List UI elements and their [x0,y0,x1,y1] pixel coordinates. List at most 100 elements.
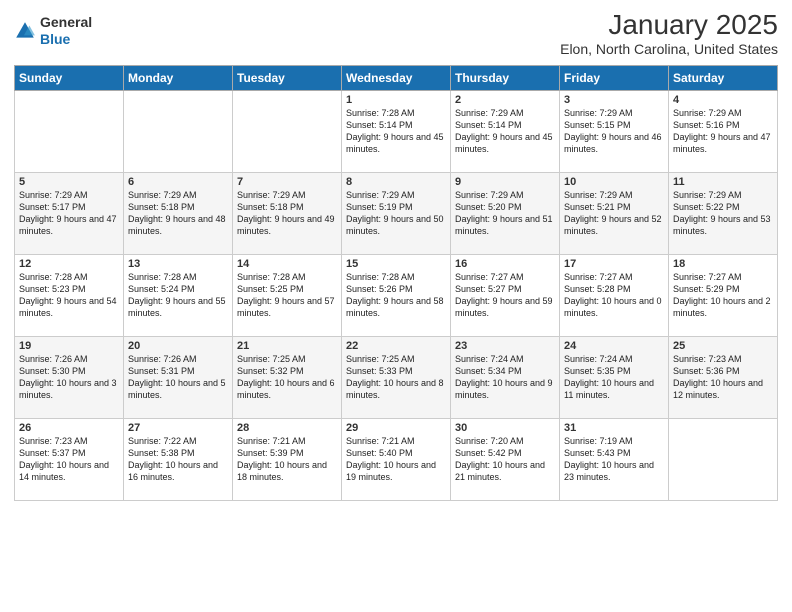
day-info: Sunrise: 7:29 AM Sunset: 5:22 PM Dayligh… [673,189,773,238]
day-number: 18 [673,258,773,270]
calendar-table: SundayMondayTuesdayWednesdayThursdayFrid… [14,65,778,501]
calendar-cell: 9Sunrise: 7:29 AM Sunset: 5:20 PM Daylig… [451,172,560,254]
calendar-cell: 4Sunrise: 7:29 AM Sunset: 5:16 PM Daylig… [669,90,778,172]
calendar-cell: 3Sunrise: 7:29 AM Sunset: 5:15 PM Daylig… [560,90,669,172]
calendar-cell: 16Sunrise: 7:27 AM Sunset: 5:27 PM Dayli… [451,254,560,336]
calendar-cell: 23Sunrise: 7:24 AM Sunset: 5:34 PM Dayli… [451,336,560,418]
logo-text-blue: Blue [40,31,92,48]
calendar-cell: 31Sunrise: 7:19 AM Sunset: 5:43 PM Dayli… [560,418,669,500]
day-info: Sunrise: 7:29 AM Sunset: 5:17 PM Dayligh… [19,189,119,238]
day-number: 5 [19,176,119,188]
calendar-cell: 14Sunrise: 7:28 AM Sunset: 5:25 PM Dayli… [233,254,342,336]
day-info: Sunrise: 7:28 AM Sunset: 5:14 PM Dayligh… [346,107,446,156]
calendar-cell: 19Sunrise: 7:26 AM Sunset: 5:30 PM Dayli… [15,336,124,418]
day-number: 23 [455,340,555,352]
day-number: 15 [346,258,446,270]
calendar-week-row: 5Sunrise: 7:29 AM Sunset: 5:17 PM Daylig… [15,172,778,254]
calendar-cell: 17Sunrise: 7:27 AM Sunset: 5:28 PM Dayli… [560,254,669,336]
day-number: 25 [673,340,773,352]
day-number: 24 [564,340,664,352]
calendar-week-row: 26Sunrise: 7:23 AM Sunset: 5:37 PM Dayli… [15,418,778,500]
day-info: Sunrise: 7:26 AM Sunset: 5:30 PM Dayligh… [19,353,119,402]
calendar-cell: 6Sunrise: 7:29 AM Sunset: 5:18 PM Daylig… [124,172,233,254]
day-number: 20 [128,340,228,352]
title-block: January 2025 Elon, North Carolina, Unite… [560,10,778,57]
calendar-cell: 13Sunrise: 7:28 AM Sunset: 5:24 PM Dayli… [124,254,233,336]
day-info: Sunrise: 7:23 AM Sunset: 5:36 PM Dayligh… [673,353,773,402]
day-number: 16 [455,258,555,270]
calendar-cell: 22Sunrise: 7:25 AM Sunset: 5:33 PM Dayli… [342,336,451,418]
calendar-cell [233,90,342,172]
logo-icon [14,20,36,42]
day-number: 8 [346,176,446,188]
calendar-cell: 15Sunrise: 7:28 AM Sunset: 5:26 PM Dayli… [342,254,451,336]
calendar-cell: 21Sunrise: 7:25 AM Sunset: 5:32 PM Dayli… [233,336,342,418]
page: General Blue January 2025 Elon, North Ca… [0,0,792,612]
day-info: Sunrise: 7:27 AM Sunset: 5:29 PM Dayligh… [673,271,773,320]
calendar-cell: 10Sunrise: 7:29 AM Sunset: 5:21 PM Dayli… [560,172,669,254]
day-info: Sunrise: 7:29 AM Sunset: 5:18 PM Dayligh… [237,189,337,238]
day-info: Sunrise: 7:19 AM Sunset: 5:43 PM Dayligh… [564,435,664,484]
day-number: 14 [237,258,337,270]
calendar-week-row: 12Sunrise: 7:28 AM Sunset: 5:23 PM Dayli… [15,254,778,336]
calendar-cell: 28Sunrise: 7:21 AM Sunset: 5:39 PM Dayli… [233,418,342,500]
calendar-cell: 27Sunrise: 7:22 AM Sunset: 5:38 PM Dayli… [124,418,233,500]
day-number: 1 [346,94,446,106]
day-info: Sunrise: 7:28 AM Sunset: 5:24 PM Dayligh… [128,271,228,320]
calendar-day-header: Saturday [669,65,778,90]
calendar-cell: 20Sunrise: 7:26 AM Sunset: 5:31 PM Dayli… [124,336,233,418]
calendar-cell: 11Sunrise: 7:29 AM Sunset: 5:22 PM Dayli… [669,172,778,254]
day-info: Sunrise: 7:21 AM Sunset: 5:39 PM Dayligh… [237,435,337,484]
day-info: Sunrise: 7:29 AM Sunset: 5:21 PM Dayligh… [564,189,664,238]
calendar-header-row: SundayMondayTuesdayWednesdayThursdayFrid… [15,65,778,90]
calendar-cell: 7Sunrise: 7:29 AM Sunset: 5:18 PM Daylig… [233,172,342,254]
day-number: 19 [19,340,119,352]
day-number: 11 [673,176,773,188]
day-number: 9 [455,176,555,188]
day-info: Sunrise: 7:23 AM Sunset: 5:37 PM Dayligh… [19,435,119,484]
calendar-cell [669,418,778,500]
day-info: Sunrise: 7:21 AM Sunset: 5:40 PM Dayligh… [346,435,446,484]
day-number: 7 [237,176,337,188]
calendar-cell [15,90,124,172]
day-info: Sunrise: 7:25 AM Sunset: 5:33 PM Dayligh… [346,353,446,402]
page-title: January 2025 [560,10,778,41]
header: General Blue January 2025 Elon, North Ca… [14,10,778,57]
day-info: Sunrise: 7:29 AM Sunset: 5:18 PM Dayligh… [128,189,228,238]
day-number: 10 [564,176,664,188]
calendar-cell: 25Sunrise: 7:23 AM Sunset: 5:36 PM Dayli… [669,336,778,418]
day-info: Sunrise: 7:26 AM Sunset: 5:31 PM Dayligh… [128,353,228,402]
calendar-week-row: 19Sunrise: 7:26 AM Sunset: 5:30 PM Dayli… [15,336,778,418]
day-number: 30 [455,422,555,434]
day-info: Sunrise: 7:24 AM Sunset: 5:35 PM Dayligh… [564,353,664,402]
day-number: 6 [128,176,228,188]
calendar-cell: 24Sunrise: 7:24 AM Sunset: 5:35 PM Dayli… [560,336,669,418]
day-info: Sunrise: 7:20 AM Sunset: 5:42 PM Dayligh… [455,435,555,484]
day-number: 4 [673,94,773,106]
calendar-day-header: Monday [124,65,233,90]
day-number: 13 [128,258,228,270]
page-subtitle: Elon, North Carolina, United States [560,41,778,57]
day-info: Sunrise: 7:28 AM Sunset: 5:26 PM Dayligh… [346,271,446,320]
calendar-cell: 29Sunrise: 7:21 AM Sunset: 5:40 PM Dayli… [342,418,451,500]
day-info: Sunrise: 7:24 AM Sunset: 5:34 PM Dayligh… [455,353,555,402]
day-number: 2 [455,94,555,106]
day-info: Sunrise: 7:27 AM Sunset: 5:28 PM Dayligh… [564,271,664,320]
day-number: 29 [346,422,446,434]
day-info: Sunrise: 7:29 AM Sunset: 5:14 PM Dayligh… [455,107,555,156]
day-info: Sunrise: 7:29 AM Sunset: 5:15 PM Dayligh… [564,107,664,156]
calendar-day-header: Tuesday [233,65,342,90]
logo: General Blue [14,10,92,48]
day-info: Sunrise: 7:28 AM Sunset: 5:25 PM Dayligh… [237,271,337,320]
calendar-cell: 12Sunrise: 7:28 AM Sunset: 5:23 PM Dayli… [15,254,124,336]
calendar-cell: 8Sunrise: 7:29 AM Sunset: 5:19 PM Daylig… [342,172,451,254]
calendar-cell: 2Sunrise: 7:29 AM Sunset: 5:14 PM Daylig… [451,90,560,172]
day-info: Sunrise: 7:25 AM Sunset: 5:32 PM Dayligh… [237,353,337,402]
calendar-cell [124,90,233,172]
day-info: Sunrise: 7:28 AM Sunset: 5:23 PM Dayligh… [19,271,119,320]
calendar-cell: 1Sunrise: 7:28 AM Sunset: 5:14 PM Daylig… [342,90,451,172]
day-info: Sunrise: 7:29 AM Sunset: 5:19 PM Dayligh… [346,189,446,238]
day-number: 22 [346,340,446,352]
day-number: 17 [564,258,664,270]
calendar-week-row: 1Sunrise: 7:28 AM Sunset: 5:14 PM Daylig… [15,90,778,172]
